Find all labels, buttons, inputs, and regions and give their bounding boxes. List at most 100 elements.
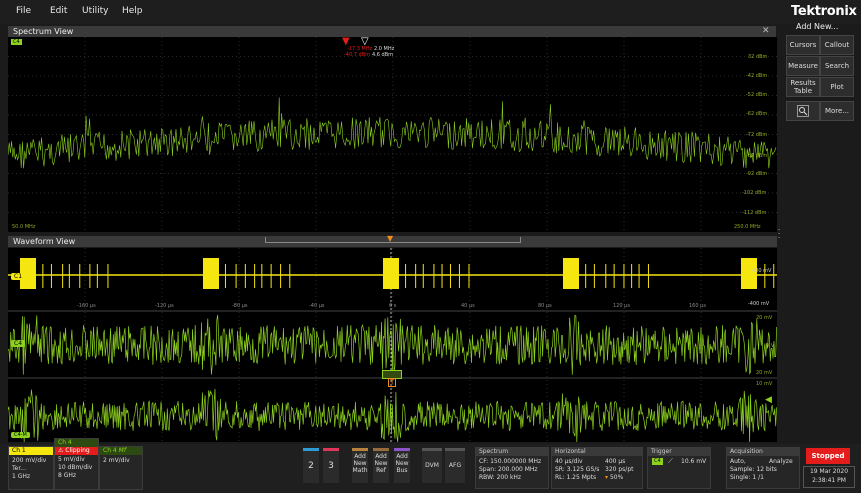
trigger-t-marker[interactable]: T <box>388 378 397 387</box>
waveform-traces <box>8 248 777 442</box>
run-stop-button[interactable]: Stopped <box>806 448 850 464</box>
stop-frequency: 250.0 MHz <box>734 224 761 230</box>
zoom-icon <box>797 105 809 117</box>
ch1-termination: Ter... <box>12 465 26 472</box>
date: 19 Mar 2020 <box>809 468 849 475</box>
acquisition-badge-title: Acquisition <box>727 448 799 456</box>
ch1-badge[interactable]: Ch 1 200 mV/div Ter... 1 GHz <box>8 446 54 490</box>
time-per-div: 40 µs/div <box>555 458 583 465</box>
time-label: 160 µs <box>689 303 706 309</box>
zoom-icon-button[interactable] <box>786 101 820 121</box>
trigger-source: C4 <box>652 458 663 465</box>
ch4-math-badge[interactable]: Ch 4 Mf 2 mV/div <box>99 446 143 490</box>
channel-2-button[interactable]: 2 <box>303 448 319 483</box>
spectrum-view-title-bar: Spectrum View <box>8 26 776 37</box>
ch1-scale-bottom: -400 mV <box>748 301 770 307</box>
sample-interval: 320 ps/pt <box>605 466 634 473</box>
add-new-ref-button[interactable]: Add New Ref <box>373 448 389 483</box>
add-new-label: Add New... <box>796 22 839 31</box>
ch4-scale-bottom: 20 mV <box>756 370 773 376</box>
tektronix-logo: Tektronix <box>791 4 857 19</box>
settings-bar: Ch 1 200 mV/div Ter... 1 GHz Ch 4 ⚠ Clip… <box>0 438 861 493</box>
add-new-math-button[interactable]: Add New Math <box>352 448 368 483</box>
ch4-spectrum-scale: 10 dBm/div <box>58 464 93 471</box>
spectrum-badge[interactable]: Spectrum CF: 150.000000 MHz Span: 200.00… <box>475 447 549 489</box>
dbm-label: -82 dBm <box>746 153 768 159</box>
time-label: 0 s <box>389 303 397 309</box>
channel-3-button[interactable]: 3 <box>323 448 339 483</box>
trigger-position-icon: ▾ <box>605 474 609 481</box>
clipping-warning: ⚠ Clipping <box>55 447 98 455</box>
time: 2:38:41 PM <box>812 477 846 484</box>
rbw: RBW: 200 kHz <box>479 474 522 481</box>
pane-resize-handle[interactable]: · · · <box>778 227 781 242</box>
span: Span: 200.000 MHz <box>479 466 538 473</box>
ch4-math-label: Ch 4 Mf <box>100 447 142 455</box>
ch4-badge[interactable]: Ch 4 ⚠ Clipping 5 mV/div 10 dBm/div 8 GH… <box>54 438 99 490</box>
horizontal-badge[interactable]: Horizontal 40 µs/div 400 µs SR: 3.125 GS… <box>551 447 643 489</box>
dbm-label: -112 dBm <box>742 210 767 216</box>
cursor-a-value: -40.7 dBm <box>344 52 371 58</box>
close-icon[interactable]: ✕ <box>762 26 770 37</box>
center-frequency: CF: 150.000000 MHz <box>479 458 542 465</box>
sample-bits: Sample: 12 bits <box>730 466 777 473</box>
menu-utility[interactable]: Utility <box>82 6 108 16</box>
sample-rate: SR: 3.125 GS/s <box>555 466 600 473</box>
analyze-label: Analyze <box>769 458 793 465</box>
cursor-b-value: 4.6 dBm <box>372 52 394 58</box>
more-button[interactable]: More... <box>820 101 854 121</box>
dbm-label: -42 dBm <box>746 73 768 79</box>
menu-file[interactable]: File <box>16 6 31 16</box>
menu-help[interactable]: Help <box>122 6 143 16</box>
ch1-tag[interactable]: C1 <box>11 273 26 280</box>
record-duration: 400 µs <box>605 458 626 465</box>
measure-button[interactable]: Measure <box>786 56 820 76</box>
ch1-label: Ch 1 <box>9 447 53 455</box>
plot-button[interactable]: Plot <box>820 77 854 97</box>
dbm-label: 32 dBm <box>748 54 768 60</box>
spectrum-view-title: Spectrum View <box>13 27 74 36</box>
single-count: Single: 1 /1 <box>730 474 764 481</box>
spectrum-trace <box>8 37 777 232</box>
time-label: 120 µs <box>613 303 630 309</box>
waveform-view-title: Waveform View <box>13 237 76 246</box>
acquisition-mode: Auto, <box>730 458 746 465</box>
trigger-level-arrow-icon[interactable]: ◀ <box>765 395 772 405</box>
time-label: -160 µs <box>77 303 96 309</box>
cursors-button[interactable]: Cursors <box>786 35 820 55</box>
trigger-badge[interactable]: Trigger C4 ⟋ 10.6 mV <box>647 447 711 489</box>
ch4-bandwidth: 8 GHz <box>58 472 77 479</box>
spectrum-channel-tag: C4 <box>11 39 22 45</box>
time-label: 40 µs <box>461 303 475 309</box>
record-length: RL: 1.25 Mpts <box>555 474 597 481</box>
ch4-math-tag[interactable]: C4-M <box>11 432 30 438</box>
horizontal-position: ▾ 50% <box>605 474 624 481</box>
menu-bar: File Edit Utility Help <box>0 0 861 24</box>
dvm-button[interactable]: DVM <box>422 448 442 483</box>
afg-button[interactable]: AFG <box>445 448 465 483</box>
trigger-level: 10.6 mV <box>681 458 707 465</box>
menu-edit[interactable]: Edit <box>50 6 67 16</box>
dbm-label: -102 dBm <box>742 190 767 196</box>
waveform-plot[interactable]: C1 C4 C4-M -160 µs -120 µs -80 µs -40 µs… <box>8 248 777 442</box>
callout-button[interactable]: Callout <box>820 35 854 55</box>
time-label: -80 µs <box>232 303 248 309</box>
ch1-bandwidth: 1 GHz <box>12 473 31 480</box>
ch1-scale: 200 mV/div <box>12 457 47 464</box>
time-label: -40 µs <box>309 303 325 309</box>
date-time-display[interactable]: 19 Mar 2020 2:38:41 PM <box>803 466 855 488</box>
ch4-scale: 5 mV/div <box>58 456 85 463</box>
ch4-tag[interactable]: C4 <box>11 340 26 347</box>
spectrum-plot[interactable]: C4 ▼ ▽ -17.3 MHz 2.0 MHz -40.7 dBm 4.6 d… <box>8 36 777 232</box>
dbm-label: -92 dBm <box>746 171 768 177</box>
trigger-position-marker-icon[interactable]: ▼ <box>387 234 393 243</box>
ch1-scale-top: 400 mV <box>752 268 772 274</box>
acquisition-badge[interactable]: Acquisition Auto, Analyze Sample: 12 bit… <box>726 447 800 489</box>
rising-edge-icon: ⟋ <box>668 457 673 465</box>
ch4-math-scale: 2 mV/div <box>103 457 130 464</box>
spectrum-badge-title: Spectrum <box>476 448 548 456</box>
add-new-bus-button[interactable]: Add New Bus <box>394 448 410 483</box>
trigger-badge-title: Trigger <box>648 448 710 456</box>
results-table-button[interactable]: Results Table <box>786 77 820 97</box>
search-button[interactable]: Search <box>820 56 854 76</box>
